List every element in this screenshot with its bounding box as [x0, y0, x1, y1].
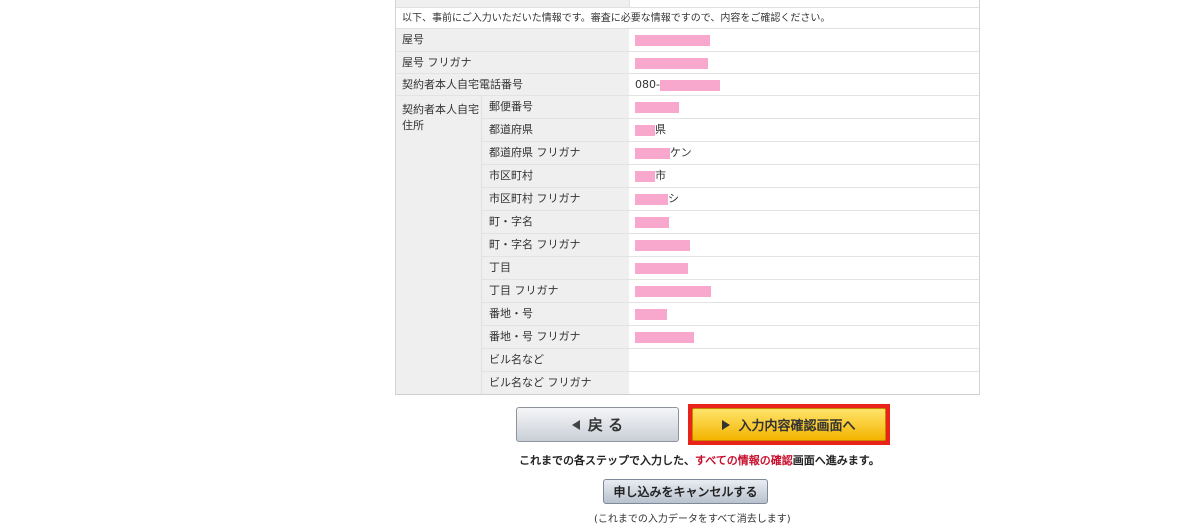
masked-value — [635, 308, 667, 320]
field-value: 県 — [629, 119, 666, 141]
field-value — [629, 211, 669, 233]
field-label: 都道府県 フリガナ — [482, 142, 629, 164]
field-label: 郵便番号 — [482, 96, 629, 118]
address-field-row: 丁目 フリガナ — [482, 280, 979, 303]
field-value — [629, 326, 694, 348]
field-label: 市区町村 — [482, 165, 629, 187]
field-label: ビル名など — [482, 349, 629, 371]
address-field-row: 町・字名 フリガナ — [482, 234, 979, 257]
field-value: シ — [629, 188, 679, 210]
field-label: 番地・号 フリガナ — [482, 326, 629, 348]
masked-value — [635, 34, 710, 46]
row-value: 080- — [629, 74, 720, 95]
note-highlight: すべての情報の確認 — [695, 454, 793, 467]
address-field-row: 番地・号 フリガナ — [482, 326, 979, 349]
notice-text: 以下、事前にご入力いただいた情報です。審査に必要な情報ですので、内容をご確認くだ… — [396, 7, 979, 29]
confirm-input-button[interactable]: 入力内容確認画面へ — [692, 408, 886, 441]
address-field-row: 都道府県 フリガナ ケン — [482, 142, 979, 165]
address-label: 契約者本人自宅 住所 — [396, 96, 482, 394]
field-value — [629, 280, 711, 302]
phone-prefix: 080- — [635, 78, 660, 91]
masked-value — [635, 331, 694, 343]
address-label-line1: 契約者本人自宅 — [402, 103, 479, 116]
field-label: 番地・号 — [482, 303, 629, 325]
address-field-row: ビル名など フリガナ — [482, 372, 979, 394]
row-label: 屋号 フリガナ — [396, 52, 629, 73]
address-field-row: 郵便番号 — [482, 96, 979, 119]
masked-value — [635, 239, 690, 251]
masked-value — [635, 147, 670, 159]
masked-value — [635, 285, 711, 297]
masked-value — [659, 79, 720, 91]
row-yago-kana: 屋号 フリガナ — [396, 52, 979, 74]
field-value — [629, 303, 667, 325]
field-value — [629, 349, 635, 371]
masked-value — [635, 101, 679, 113]
triangle-left-icon — [571, 419, 580, 430]
address-field-row: 都道府県 県 — [482, 119, 979, 142]
address-label-line2: 住所 — [402, 119, 424, 132]
field-label: 町・字名 — [482, 211, 629, 233]
row-phone: 契約者本人自宅電話番号 080- — [396, 74, 979, 96]
row-label: 屋号 — [396, 29, 629, 51]
triangle-right-icon — [722, 419, 731, 430]
field-label: 市区町村 フリガナ — [482, 188, 629, 210]
field-value: 市 — [629, 165, 666, 187]
field-label: 都道府県 — [482, 119, 629, 141]
address-field-row: 市区町村 市 — [482, 165, 979, 188]
field-label: ビル名など フリガナ — [482, 372, 629, 394]
field-value — [629, 96, 679, 118]
field-label: 丁目 フリガナ — [482, 280, 629, 302]
field-label: 丁目 — [482, 257, 629, 279]
field-value — [629, 257, 688, 279]
masked-value — [635, 216, 669, 228]
confirm-input-button-label: 入力内容確認画面へ — [738, 419, 856, 434]
masked-value — [635, 170, 655, 182]
top-strip — [396, 0, 979, 7]
address-field-row: 番地・号 — [482, 303, 979, 326]
row-value — [629, 52, 708, 73]
address-field-row: 丁目 — [482, 257, 979, 280]
back-button-label: 戻 る — [587, 416, 624, 434]
field-label: 町・字名 フリガナ — [482, 234, 629, 256]
cancel-button-label: 申し込みをキャンセルする — [613, 485, 758, 499]
field-value: ケン — [629, 142, 692, 164]
cancel-application-button[interactable]: 申し込みをキャンセルする — [603, 479, 768, 504]
cancel-note: (これまでの入力データをすべて消去します) — [594, 514, 791, 525]
field-value — [629, 372, 635, 394]
back-button[interactable]: 戻 る — [516, 407, 679, 442]
masked-value — [635, 124, 655, 136]
row-label: 契約者本人自宅電話番号 — [396, 74, 629, 95]
masked-value — [635, 57, 708, 69]
confirmation-panel: 以下、事前にご入力いただいた情報です。審査に必要な情報ですので、内容をご確認くだ… — [395, 0, 980, 395]
masked-value — [635, 193, 668, 205]
field-value — [629, 234, 690, 256]
address-field-row: 町・字名 — [482, 211, 979, 234]
row-yago: 屋号 — [396, 29, 979, 52]
masked-value — [635, 262, 688, 274]
next-step-note: これまでの各ステップで入力した、すべての情報の確認画面へ進みます。 — [519, 454, 880, 467]
address-field-row: 市区町村 フリガナ シ — [482, 188, 979, 211]
address-field-row: ビル名など — [482, 349, 979, 372]
row-value — [629, 29, 710, 51]
